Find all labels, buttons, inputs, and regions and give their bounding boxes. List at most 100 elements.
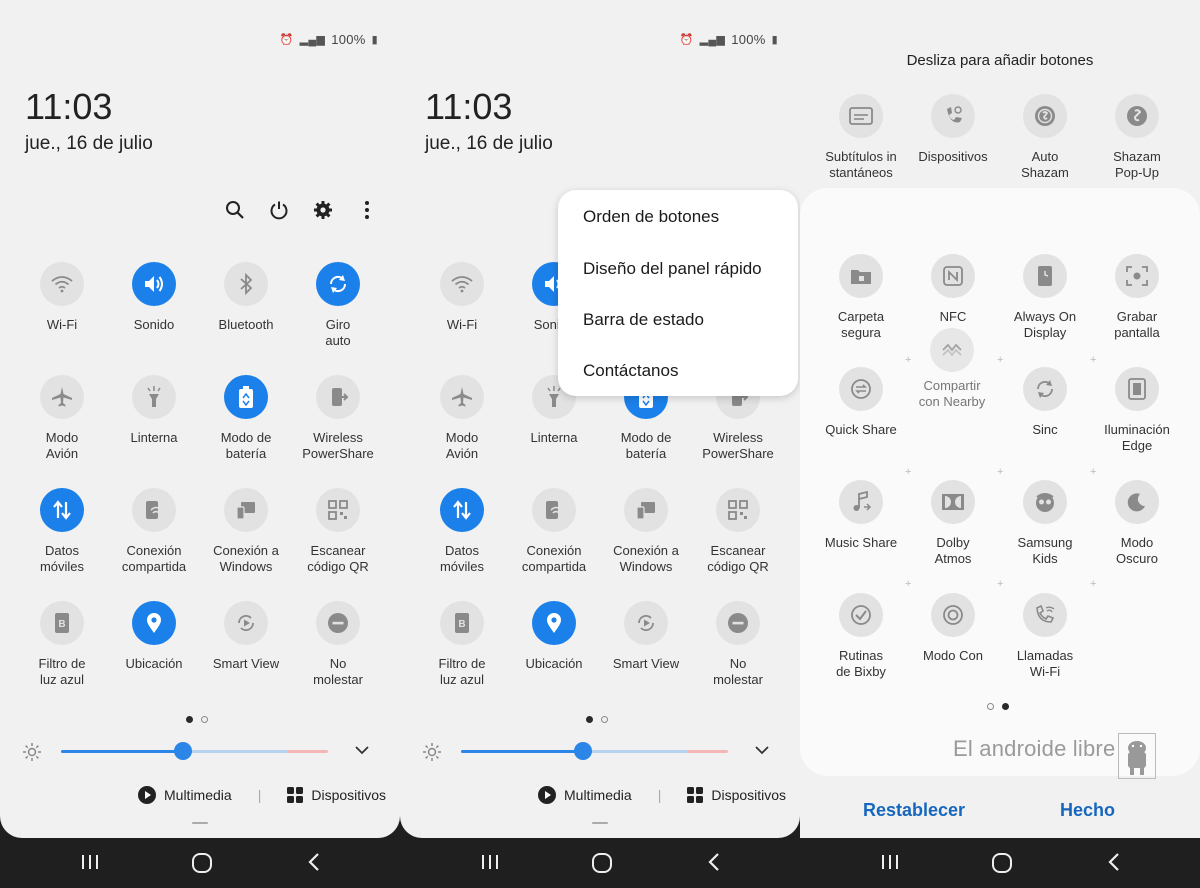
page-dot-active bbox=[586, 716, 593, 723]
tile-quick-share[interactable]: Quick Share bbox=[815, 367, 907, 438]
multimedia-button[interactable]: Multimedia bbox=[138, 786, 232, 804]
tile-nfc[interactable]: NFC bbox=[907, 254, 999, 325]
tile-powershare[interactable]: Wireless PowerShare bbox=[292, 375, 384, 462]
tile-shazam[interactable]: Auto Shazam bbox=[999, 94, 1091, 181]
tile-label: Wi-Fi bbox=[446, 317, 478, 332]
tile-windows-link[interactable]: Conexión a Windows bbox=[600, 488, 692, 575]
brightness-slider-track[interactable] bbox=[461, 750, 728, 753]
tile-music-share[interactable]: Music Share bbox=[815, 480, 907, 551]
menu-item-status-bar[interactable]: Barra de estado bbox=[583, 310, 704, 330]
brightness-slider-thumb[interactable] bbox=[574, 742, 592, 760]
done-button[interactable]: Hecho bbox=[1060, 800, 1115, 821]
tile-sync[interactable]: Sinc bbox=[999, 367, 1091, 438]
recents-icon[interactable] bbox=[80, 852, 100, 877]
tile-bluelight[interactable]: B Filtro de luz azul bbox=[416, 601, 508, 688]
tile-focus-mode[interactable]: Modo Con bbox=[907, 593, 999, 664]
tile-qr[interactable]: Escanear código QR bbox=[692, 488, 784, 575]
brightness-slider-track[interactable] bbox=[61, 750, 328, 753]
tile-hotspot[interactable]: Conexión compartida bbox=[508, 488, 600, 575]
tile-flashlight[interactable]: Linterna bbox=[108, 375, 200, 446]
battery-text: 100% bbox=[731, 32, 766, 47]
location-icon bbox=[132, 601, 176, 645]
chevron-down-icon[interactable] bbox=[754, 740, 770, 765]
drag-handle[interactable] bbox=[192, 822, 208, 824]
tile-wifi-call[interactable]: Llamadas Wi-Fi bbox=[999, 593, 1091, 680]
tile-volume[interactable]: Sonido bbox=[108, 262, 200, 333]
tile-airplane[interactable]: Modo Avión bbox=[416, 375, 508, 462]
chevron-down-icon[interactable] bbox=[354, 740, 370, 765]
more-options-icon[interactable] bbox=[356, 196, 378, 224]
drag-handle[interactable] bbox=[592, 822, 608, 824]
tile-label: Bluetooth bbox=[218, 317, 274, 332]
settings-gear-icon[interactable] bbox=[312, 196, 334, 224]
home-icon[interactable] bbox=[191, 852, 213, 879]
battery-icon: ▮ bbox=[371, 34, 378, 46]
menu-item-panel-layout[interactable]: Diseño del panel rápido bbox=[583, 259, 762, 279]
tile-rotate[interactable]: Giro auto bbox=[292, 262, 384, 349]
signal-icon: ▂▄▆ bbox=[699, 34, 726, 46]
tile-location[interactable]: Ubicación bbox=[508, 601, 600, 672]
wifi-icon bbox=[440, 262, 484, 306]
tile-dnd[interactable]: No molestar bbox=[292, 601, 384, 688]
tile-wifi[interactable]: Wi-Fi bbox=[416, 262, 508, 333]
menu-item-contact-us[interactable]: Contáctanos bbox=[583, 361, 678, 381]
dragging-nearby-share-icon[interactable] bbox=[930, 328, 974, 372]
tile-dnd[interactable]: No molestar bbox=[692, 601, 784, 688]
tile-wifi[interactable]: Wi-Fi bbox=[16, 262, 108, 333]
tile-dark-mode[interactable]: Modo Oscuro bbox=[1091, 480, 1183, 567]
battery-icon: ▮ bbox=[771, 34, 778, 46]
devices-icon bbox=[931, 94, 975, 138]
home-icon[interactable] bbox=[991, 852, 1013, 879]
tile-screen-record[interactable]: Grabar pantalla bbox=[1091, 254, 1183, 341]
divider: | bbox=[657, 787, 662, 803]
tile-label: Filtro de luz azul bbox=[438, 656, 486, 687]
tile-bluelight[interactable]: B Filtro de luz azul bbox=[16, 601, 108, 688]
tile-airplane[interactable]: Modo Avión bbox=[16, 375, 108, 462]
tile-label: Datos móviles bbox=[39, 543, 85, 574]
tile-bluetooth[interactable]: Bluetooth bbox=[200, 262, 292, 333]
back-icon[interactable] bbox=[1106, 852, 1122, 877]
brightness-slider-thumb[interactable] bbox=[174, 742, 192, 760]
back-icon[interactable] bbox=[306, 852, 322, 877]
tile-edge-light[interactable]: Iluminación Edge bbox=[1091, 367, 1183, 454]
tile-qr[interactable]: Escanear código QR bbox=[292, 488, 384, 575]
tile-dolby[interactable]: Dolby Atmos bbox=[907, 480, 999, 567]
status-bar: ⏰ ▂▄▆ 100% ▮ bbox=[680, 32, 778, 47]
recents-icon[interactable] bbox=[480, 852, 500, 877]
svg-text:B: B bbox=[458, 619, 465, 630]
power-icon[interactable] bbox=[268, 196, 290, 224]
tile-location[interactable]: Ubicación bbox=[108, 601, 200, 672]
bluetooth-icon bbox=[224, 262, 268, 306]
tile-devices[interactable]: Dispositivos bbox=[907, 94, 999, 165]
tile-label: Modo Oscuro bbox=[1116, 535, 1158, 566]
tile-smartview[interactable]: Smart View bbox=[200, 601, 292, 672]
home-icon[interactable] bbox=[591, 852, 613, 879]
tile-smartview[interactable]: Smart View bbox=[600, 601, 692, 672]
tile-label: Subtítulos in stantáneos bbox=[825, 149, 897, 180]
devices-button[interactable]: Dispositivos bbox=[687, 787, 786, 803]
tile-label: Wireless PowerShare bbox=[302, 430, 374, 461]
dark-mode-icon bbox=[1115, 480, 1159, 524]
tile-routines[interactable]: Rutinas de Bixby bbox=[815, 593, 907, 680]
back-icon[interactable] bbox=[706, 852, 722, 877]
tile-data[interactable]: Datos móviles bbox=[16, 488, 108, 575]
devices-button[interactable]: Dispositivos bbox=[287, 787, 386, 803]
tile-secure-folder[interactable]: Carpeta segura bbox=[815, 254, 907, 341]
reset-button[interactable]: Restablecer bbox=[863, 800, 965, 821]
tile-windows-link[interactable]: Conexión a Windows bbox=[200, 488, 292, 575]
menu-item-button-order[interactable]: Orden de botones bbox=[583, 207, 719, 227]
volume-icon bbox=[132, 262, 176, 306]
tile-subtitles[interactable]: Subtítulos in stantáneos bbox=[815, 94, 907, 181]
tile-hotspot[interactable]: Conexión compartida bbox=[108, 488, 200, 575]
brightness-sun-icon bbox=[422, 742, 442, 767]
grid-plus-marker: + bbox=[905, 354, 912, 366]
search-icon[interactable] bbox=[224, 196, 246, 224]
tile-battery[interactable]: Modo de batería bbox=[200, 375, 292, 462]
tile-label: Giro auto bbox=[325, 317, 351, 348]
multimedia-button[interactable]: Multimedia bbox=[538, 786, 632, 804]
tile-aod[interactable]: Always On Display bbox=[999, 254, 1091, 341]
tile-shazam-popup[interactable]: Shazam Pop-Up bbox=[1091, 94, 1183, 181]
tile-data[interactable]: Datos móviles bbox=[416, 488, 508, 575]
tile-kids[interactable]: Samsung Kids bbox=[999, 480, 1091, 567]
recents-icon[interactable] bbox=[880, 852, 900, 877]
